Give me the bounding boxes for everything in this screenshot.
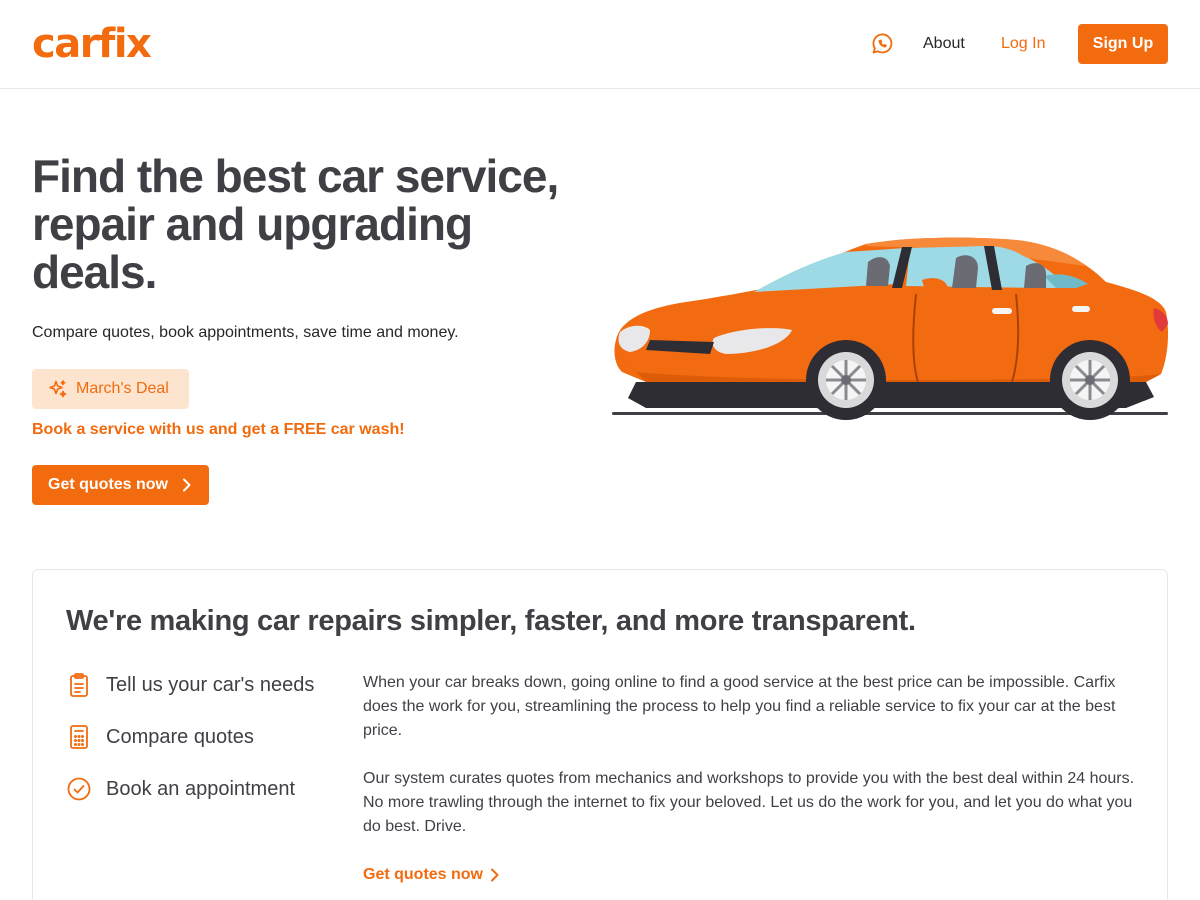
deal-badge-label: March's Deal [76,380,169,397]
site-header: carfix About Log In Sign Up [0,0,1200,89]
info-card-title: We're making car repairs simpler, faster… [66,605,916,637]
step-label: Tell us your car's needs [106,674,315,696]
deal-offer-text: Book a service with us and get a FREE ca… [32,421,405,438]
check-circle-icon [67,777,91,801]
step-label: Book an appointment [106,778,296,800]
signup-button[interactable]: Sign Up [1078,24,1168,64]
sparkles-icon [49,380,67,398]
info-paragraph-2: Our system curates quotes from mechanics… [363,770,1135,835]
chevron-right-icon [491,868,499,882]
hero-subtitle: Compare quotes, book appointments, save … [32,324,459,341]
get-quotes-link-label: Get quotes now [363,866,483,883]
nav-about-link[interactable]: About [923,34,965,54]
calculator-icon [70,725,88,749]
logo-text: carfix [32,21,152,67]
step-label: Compare quotes [106,726,254,748]
get-quotes-button[interactable]: Get quotes now [32,465,209,505]
hero-title: Find the best car service, repair and up… [32,150,559,298]
nav-login-link[interactable]: Log In [1001,34,1045,54]
orange-car-illustration [612,237,1169,420]
info-paragraph-1: When your car breaks down, going online … [363,674,1116,739]
deal-badge: March's Deal [32,369,189,409]
clipboard-list-icon [70,673,88,697]
whatsapp-icon[interactable] [870,32,894,56]
carfix-logo[interactable]: carfix [32,22,164,66]
get-quotes-label: Get quotes now [48,476,168,493]
chevron-right-icon [183,478,191,492]
info-card: We're making car repairs simpler, faster… [32,569,1168,900]
